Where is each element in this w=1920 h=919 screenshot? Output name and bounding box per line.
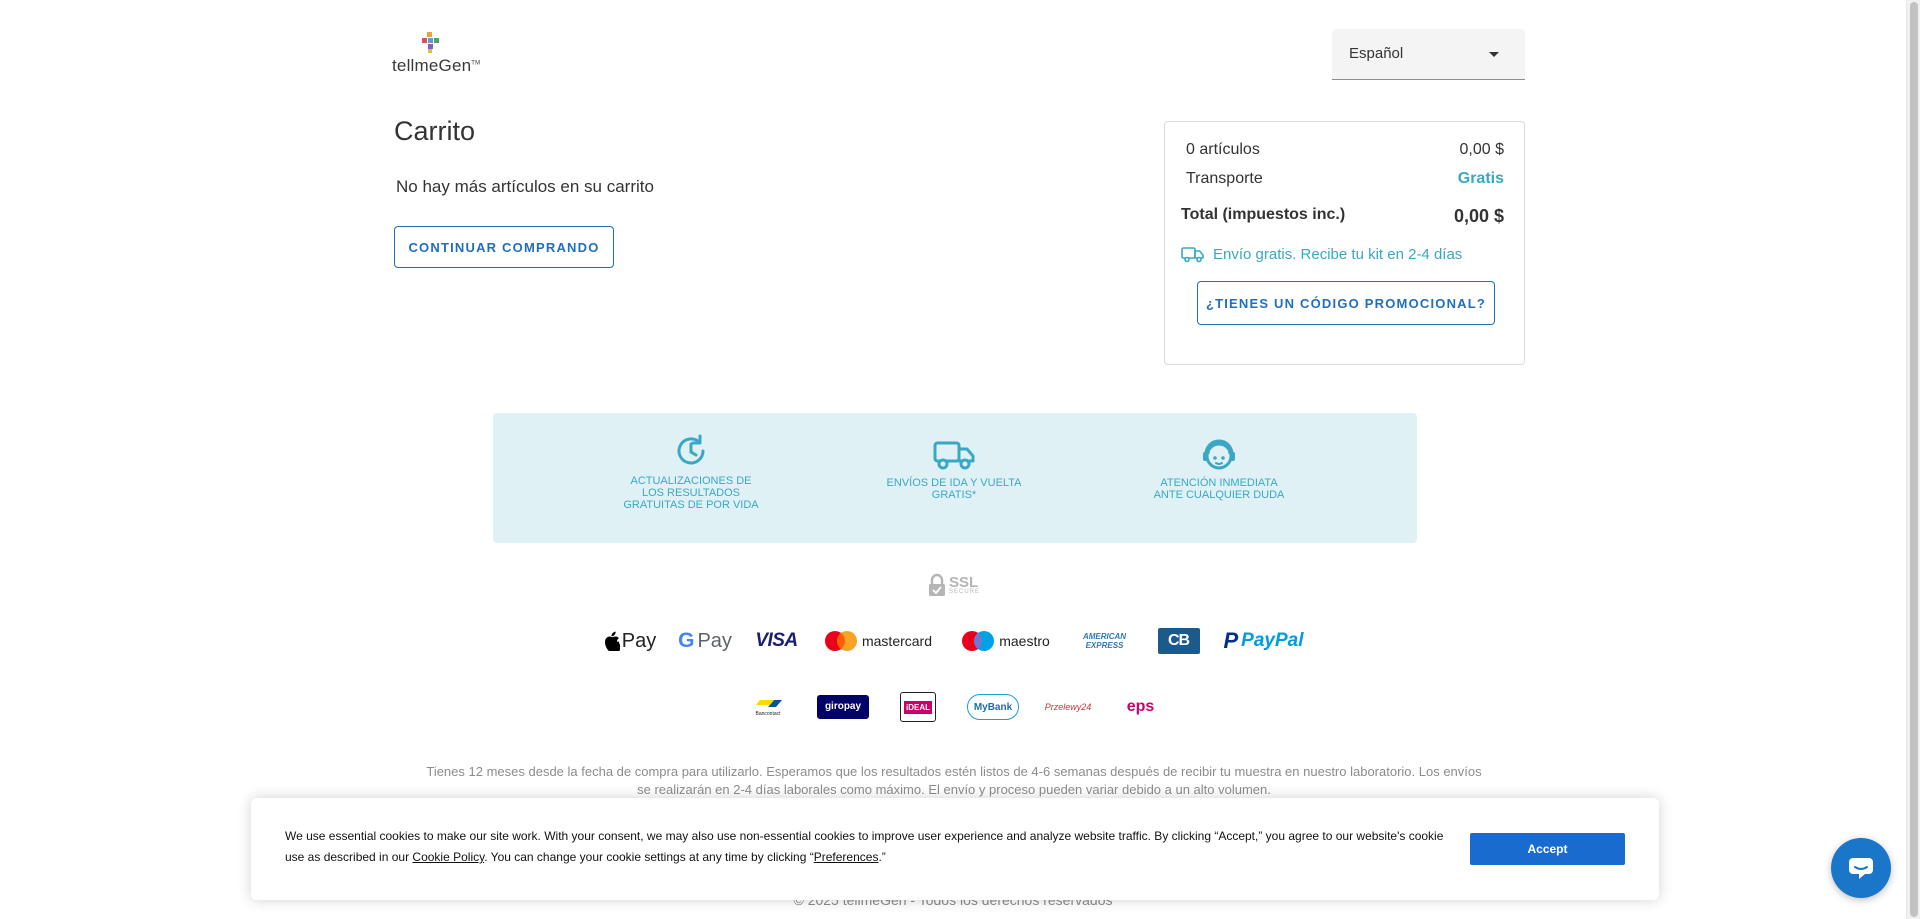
- apple-pay-text: Pay: [621, 629, 657, 652]
- language-select[interactable]: Español: [1332, 29, 1525, 80]
- apple-icon: [604, 631, 620, 651]
- benefit-lifetime-updates: ACTUALIZACIONES DE LOS RESULTADOS GRATUI…: [601, 433, 781, 511]
- header: tellmeGenTM Español: [0, 0, 1906, 110]
- google-g-icon: G: [678, 629, 695, 652]
- dropdown-caret-icon: [1489, 52, 1499, 57]
- chat-bubble-icon: [1849, 858, 1873, 879]
- bancontact-text: Bancontact: [755, 711, 781, 717]
- benefits-banner: ACTUALIZACIONES DE LOS RESULTADOS GRATUI…: [493, 413, 1417, 543]
- ideal-logo: iDEAL: [881, 692, 956, 722]
- ssl-secure-badge: SSL SECURE: [928, 573, 980, 597]
- bancontact-logo: Bancontact: [731, 692, 806, 722]
- accept-cookies-button[interactable]: Accept: [1470, 833, 1625, 865]
- american-express-logo: AMERICAN EXPRESS: [1066, 626, 1144, 656]
- truck-icon: [933, 441, 975, 470]
- summary-shipping-row: Transporte Gratis: [1186, 170, 1504, 188]
- clock-refresh-icon: [677, 434, 705, 465]
- ideal-badge: iDEAL: [900, 692, 936, 722]
- mastercard-text: mastercard: [861, 633, 933, 649]
- logo-text: tellmeGenTM: [392, 56, 481, 75]
- przelewy24-text: Przelewy24: [1044, 702, 1092, 712]
- mybank-badge: MyBank: [966, 694, 1020, 720]
- items-count-label: 0 artículos: [1186, 141, 1260, 158]
- cb-badge: CB: [1157, 628, 1200, 654]
- paypal-p-icon: P: [1223, 628, 1239, 653]
- przelewy24-logo: Przelewy24: [1031, 692, 1106, 722]
- maestro-circles-icon: [962, 631, 995, 651]
- ssl-title: SSL: [949, 573, 979, 591]
- benefit-line: ENVÍOS DE IDA Y VUELTA: [886, 477, 1022, 489]
- benefit-line: LOS RESULTADOS: [641, 487, 740, 499]
- promo-code-button[interactable]: ¿TIENES UN CÓDIGO PROMOCIONAL?: [1197, 281, 1495, 325]
- amex-text: AMERICAN EXPRESS: [1082, 632, 1127, 650]
- giropay-badge: giropay: [817, 695, 869, 719]
- giropay-logo: giropay: [806, 692, 881, 722]
- ssl-subtitle: SECURE: [949, 588, 981, 595]
- ideal-text: iDEAL: [904, 700, 932, 714]
- google-pay-text: Pay: [697, 629, 732, 652]
- maestro-logo: maestro: [946, 626, 1066, 656]
- order-summary: 0 artículos 0,00 $ Transporte Gratis Tot…: [1164, 121, 1525, 365]
- truck-icon: [1181, 247, 1204, 263]
- trademark-mark: TM: [471, 60, 481, 67]
- free-shipping-text: Envío gratis. Recibe tu kit en 2-4 días: [1213, 245, 1463, 263]
- apple-pay-logo: Pay: [593, 626, 668, 656]
- items-value: 0,00 $: [1459, 141, 1504, 158]
- benefit-line: ANTE CUALQUIER DUDA: [1153, 489, 1285, 501]
- lock-icon: [929, 573, 945, 596]
- tellmegen-logo[interactable]: tellmeGenTM: [392, 32, 482, 76]
- scrollbar-thumb[interactable]: [1910, 2, 1918, 917]
- visa-logo: VISA: [743, 626, 811, 656]
- free-shipping-note: Envío gratis. Recibe tu kit en 2-4 días: [1181, 245, 1462, 263]
- paypal-logo: P PayPal: [1214, 626, 1314, 656]
- benefit-free-shipping: ENVÍOS DE IDA Y VUELTA GRATIS*: [864, 439, 1044, 501]
- benefit-support: ATENCIÓN INMEDIATA ANTE CUALQUIER DUDA: [1129, 439, 1309, 501]
- payment-methods-row-secondary: Bancontact giropay iDEAL MyBank Przelewy…: [0, 692, 1906, 722]
- mybank-text: MyBank: [973, 701, 1013, 713]
- eps-text: eps: [1126, 698, 1155, 715]
- visa-text: VISA: [755, 630, 798, 651]
- cookie-policy-link[interactable]: Cookie Policy: [412, 850, 484, 864]
- total-label: Total (impuestos inc.): [1181, 206, 1346, 223]
- cookie-banner: We use essential cookies to make our sit…: [251, 798, 1659, 900]
- carte-bancaire-logo: CB: [1144, 626, 1214, 656]
- eps-logo: eps: [1106, 692, 1176, 722]
- benefit-line: GRATUITAS DE POR VIDA: [623, 499, 759, 511]
- cb-text: CB: [1167, 632, 1190, 649]
- cookie-text-middle: . You can change your cookie settings at…: [484, 850, 814, 864]
- page-scrollbar[interactable]: [1906, 0, 1920, 919]
- benefit-line: ATENCIÓN INMEDIATA: [1160, 477, 1278, 489]
- mybank-logo: MyBank: [956, 692, 1031, 722]
- purchase-disclaimer: Tienes 12 meses desde la fecha de compra…: [426, 764, 1482, 797]
- empty-cart-message: No hay más artículos en su carrito: [396, 177, 654, 196]
- language-selected-value: Español: [1349, 45, 1404, 62]
- paypal-text: PayPal: [1241, 630, 1304, 651]
- chat-launcher-button[interactable]: [1831, 838, 1891, 898]
- payment-methods-row: Pay G Pay VISA mastercard maestro AMERIC…: [0, 626, 1906, 656]
- logo-mark-icon: [422, 32, 439, 53]
- bancontact-icon: [754, 700, 782, 707]
- giropay-text: giropay: [819, 697, 867, 717]
- cookie-text-after: .”: [878, 850, 886, 864]
- total-value: 0,00 $: [1453, 206, 1504, 226]
- google-pay-logo: G Pay: [668, 626, 743, 656]
- maestro-text: maestro: [999, 633, 1050, 649]
- cookie-banner-text: We use essential cookies to make our sit…: [285, 826, 1445, 868]
- preferences-link[interactable]: Preferences: [814, 850, 879, 864]
- shipping-value: Gratis: [1457, 170, 1504, 187]
- page-title: Carrito: [394, 116, 476, 146]
- summary-total-row: Total (impuestos inc.) 0,00 $: [1181, 206, 1504, 227]
- benefit-line: GRATIS*: [931, 489, 977, 501]
- summary-items-row: 0 artículos 0,00 $: [1186, 141, 1504, 159]
- mastercard-logo: mastercard: [811, 626, 946, 656]
- shipping-label: Transporte: [1186, 170, 1263, 187]
- mastercard-circles-icon: [824, 631, 857, 651]
- continue-shopping-button[interactable]: CONTINUAR COMPRANDO: [394, 226, 614, 268]
- support-agent-icon: [1203, 439, 1235, 470]
- benefit-line: ACTUALIZACIONES DE: [630, 475, 752, 487]
